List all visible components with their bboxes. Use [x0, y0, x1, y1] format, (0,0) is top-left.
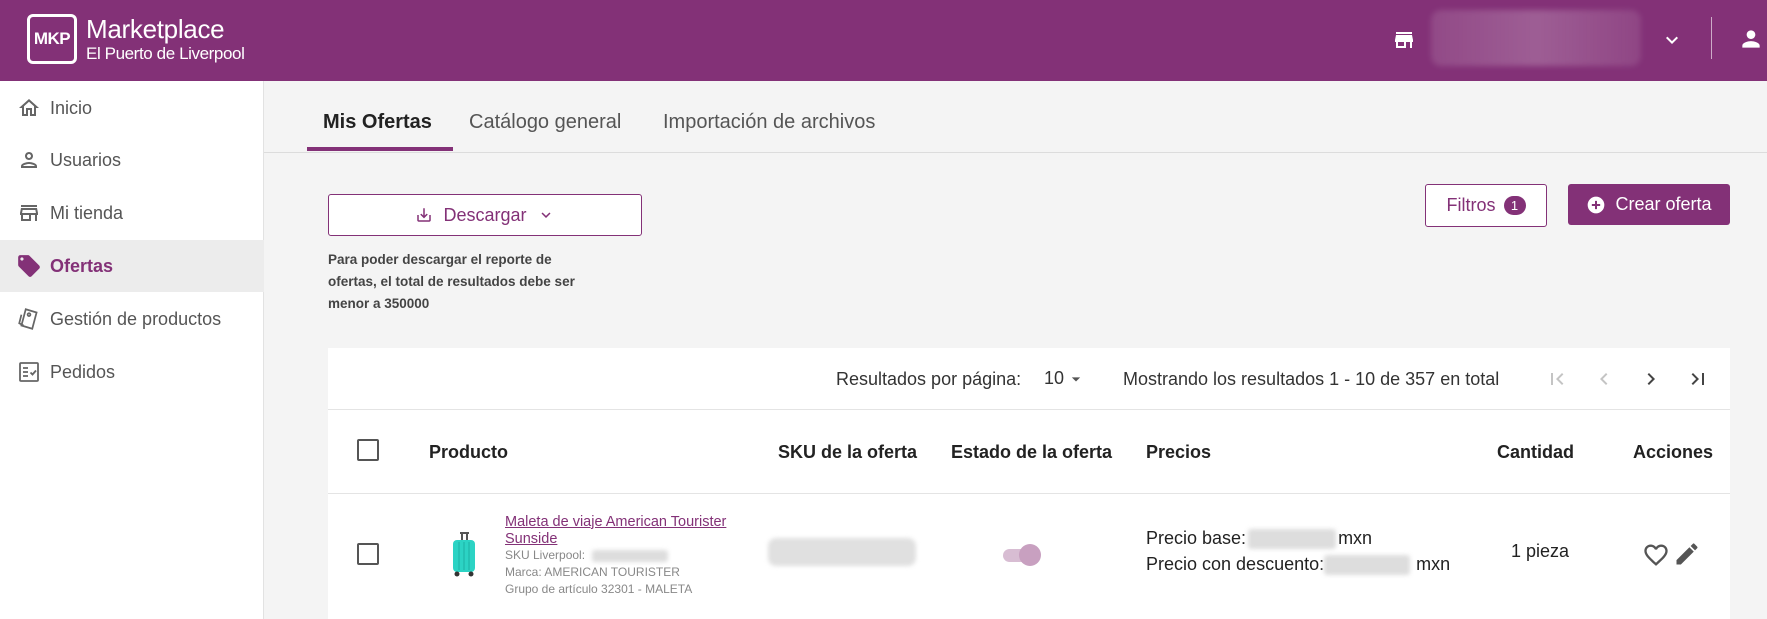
- discount-price: Precio con descuento: mxn: [1146, 554, 1450, 575]
- column-header-producto: Producto: [429, 442, 508, 462]
- chevron-down-icon[interactable]: [1660, 28, 1684, 52]
- offer-state-toggle[interactable]: [1001, 543, 1041, 567]
- product-sku-liverpool: SKU Liverpool:: [505, 548, 669, 562]
- download-note: Para poder descargar el reporte de ofert…: [328, 252, 575, 311]
- offers-table-card: Resultados por página: 10 Mostrando los …: [328, 348, 1730, 619]
- app-subtitle: El Puerto de Liverpool: [86, 44, 245, 63]
- sidebar-item-inicio[interactable]: Inicio: [0, 82, 264, 134]
- add-circle-icon: [1588, 196, 1605, 213]
- last-page-icon[interactable]: [1686, 367, 1710, 391]
- checklist-icon: [16, 359, 42, 385]
- product-brand: Marca: AMERICAN TOURISTER: [505, 565, 680, 579]
- filters-count-badge: 1: [1503, 196, 1526, 215]
- app-title: Marketplace: [86, 14, 225, 44]
- sidebar-item-gestion-productos[interactable]: Gestión de productos: [0, 293, 264, 345]
- product-group: Grupo de artículo 32301 - MALETA: [505, 582, 693, 596]
- download-button-label: Descargar: [443, 204, 527, 225]
- discount-price-value-redacted: [1324, 554, 1411, 575]
- sidebar-item-label: Pedidos: [50, 361, 116, 382]
- dropdown-arrow-icon: [1071, 376, 1081, 381]
- base-price-currency: mxn: [1338, 528, 1373, 548]
- per-page-select[interactable]: 10: [1044, 368, 1086, 389]
- next-page-icon[interactable]: [1639, 367, 1663, 391]
- per-page-value: 10: [1044, 368, 1065, 388]
- product-image[interactable]: [449, 532, 479, 578]
- store-icon: [1395, 32, 1413, 48]
- sidebar-item-mi-tienda[interactable]: Mi tienda: [0, 187, 264, 239]
- tag-icon: [16, 253, 42, 279]
- sku-liverpool-label: SKU Liverpool:: [505, 548, 586, 562]
- table-header: Producto SKU de la oferta Estado de la o…: [328, 410, 1730, 494]
- person-icon: [16, 147, 42, 173]
- base-price-label: Precio base:: [1146, 528, 1247, 548]
- store-icon: [16, 200, 42, 226]
- top-bar: MKP Marketplace El Puerto de Liverpool: [0, 0, 1767, 81]
- tab-catalogo-general[interactable]: Catálogo general: [469, 111, 621, 134]
- edit-pencil-icon[interactable]: [1673, 540, 1701, 568]
- logo[interactable]: MKP: [27, 14, 77, 64]
- column-header-precios: Precios: [1146, 442, 1212, 462]
- offer-sku-redacted: [768, 538, 916, 566]
- tab-bar: Mis Ofertas Catálogo general Importación…: [264, 81, 1767, 153]
- row-checkbox[interactable]: [357, 543, 379, 565]
- sidebar-item-pedidos[interactable]: Pedidos: [0, 346, 264, 398]
- product-title-link[interactable]: Maleta de viaje American Tourister Sunsi…: [505, 514, 745, 548]
- discount-price-label: Precio con descuento:: [1146, 554, 1325, 574]
- base-price-value-redacted: [1248, 528, 1337, 549]
- column-header-sku: SKU de la oferta: [778, 442, 918, 462]
- column-header-acciones: Acciones: [1633, 442, 1714, 462]
- previous-page-icon[interactable]: [1592, 367, 1616, 391]
- tab-mis-ofertas[interactable]: Mis Ofertas: [323, 111, 432, 134]
- sidebar-item-label: Ofertas: [50, 255, 114, 276]
- tab-importacion-archivos[interactable]: Importación de archivos: [663, 111, 875, 134]
- download-icon: [417, 208, 432, 222]
- discount-price-currency: mxn: [1416, 554, 1451, 574]
- sku-liverpool-value-redacted: [592, 549, 669, 562]
- table-row: Maleta de viaje American Tourister Sunsi…: [328, 494, 1730, 619]
- sidebar-item-label: Gestión de productos: [50, 308, 222, 329]
- download-button[interactable]: Descargar: [328, 194, 642, 236]
- store-selector-name[interactable]: [1431, 10, 1641, 66]
- per-page-label: Resultados por página:: [836, 369, 1022, 389]
- filters-button-label: Filtros: [1446, 195, 1496, 215]
- results-range: Mostrando los resultados 1 - 10 de 357 e…: [1123, 369, 1500, 389]
- select-all-checkbox[interactable]: [357, 439, 379, 461]
- sidebar-item-usuarios[interactable]: Usuarios: [0, 134, 264, 186]
- create-offer-label: Crear oferta: [1615, 194, 1712, 214]
- create-offer-button[interactable]: Crear oferta: [1568, 184, 1730, 225]
- filters-button[interactable]: Filtros 1: [1425, 184, 1547, 227]
- pagination-bar: Resultados por página: 10 Mostrando los …: [328, 348, 1730, 410]
- sidebar-item-label: Mi tienda: [50, 202, 124, 223]
- tags-icon: [16, 306, 42, 332]
- active-tab-indicator: [307, 147, 453, 151]
- first-page-icon[interactable]: [1545, 367, 1569, 391]
- sidebar: Inicio Usuarios Mi tienda Ofertas Gestió…: [0, 81, 264, 619]
- quantity-value: 1 pieza: [1511, 541, 1570, 561]
- sidebar-item-label: Usuarios: [50, 149, 122, 170]
- home-icon: [16, 95, 42, 121]
- base-price: Precio base: mxn: [1146, 528, 1372, 549]
- sidebar-item-label: Inicio: [50, 97, 93, 118]
- sidebar-item-ofertas[interactable]: Ofertas: [0, 240, 264, 292]
- chevron-down-icon: [541, 212, 551, 218]
- column-header-cantidad: Cantidad: [1497, 442, 1575, 462]
- heart-icon[interactable]: [1642, 541, 1670, 569]
- column-header-estado: Estado de la oferta: [951, 442, 1113, 462]
- user-account-icon[interactable]: [1738, 26, 1764, 52]
- header-divider: [1711, 17, 1712, 59]
